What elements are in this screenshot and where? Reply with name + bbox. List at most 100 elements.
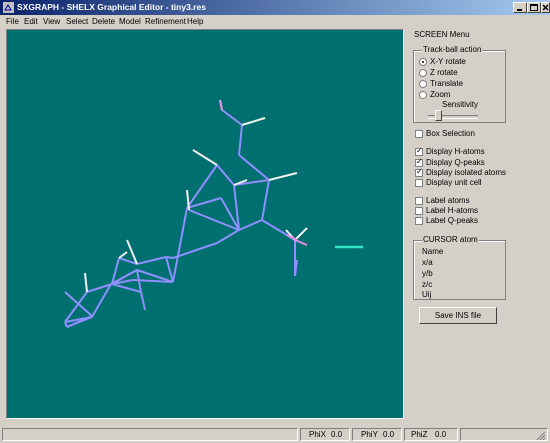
bond-line[interactable] — [216, 164, 235, 186]
checkbox-label: Label Q-peaks — [426, 216, 479, 225]
trackball-group-title: Track-ball action — [422, 45, 483, 55]
bond-line[interactable] — [238, 124, 243, 156]
cursor-atom-group: CURSOR atom Name x/a y/b z/c Uij — [413, 235, 506, 300]
phiy-label: PhiY — [361, 430, 378, 439]
radio-label: Zoom — [430, 90, 451, 99]
radio-button[interactable] — [419, 69, 427, 77]
menu-file[interactable]: File — [6, 16, 19, 27]
menu-help[interactable]: Help — [187, 16, 203, 27]
radio-button[interactable] — [419, 80, 427, 88]
checkbox[interactable]: ✓ — [415, 146, 423, 156]
menu-select[interactable]: Select — [66, 16, 88, 27]
bond-line[interactable] — [186, 164, 218, 209]
app-icon — [3, 2, 14, 13]
bond-line[interactable] — [136, 256, 167, 265]
checkbox[interactable] — [415, 197, 423, 205]
checkbox[interactable] — [415, 179, 423, 187]
bond-line[interactable] — [165, 256, 174, 283]
window-title: SXGRAPH - SHELX Graphical Editor - tiny3… — [17, 2, 206, 12]
bond-line[interactable] — [111, 283, 142, 293]
checkbox[interactable] — [415, 130, 423, 138]
bond-line[interactable] — [64, 291, 88, 323]
radio-label: X-Y rotate — [430, 57, 466, 66]
phiz-label: PhiZ — [411, 430, 428, 439]
status-bar: PhiX 0.0 PhiY 0.0 PhiZ 0.0 — [0, 427, 550, 443]
checkbox-label: Display unit cell — [426, 178, 482, 187]
status-phix: PhiX 0.0 — [300, 428, 350, 441]
checkbox[interactable]: ✓ — [415, 157, 423, 167]
bond-line[interactable] — [238, 219, 263, 231]
status-phiy: PhiY 0.0 — [352, 428, 402, 441]
cursor-field-name: Name — [422, 247, 444, 256]
hydrogen-bond-line[interactable] — [294, 227, 308, 241]
close-button[interactable] — [541, 2, 550, 13]
screen-menu-title: SCREEN Menu — [413, 30, 471, 40]
bond-line[interactable] — [221, 109, 243, 126]
radio-selected-dot — [422, 61, 424, 63]
cursor-field-uij: Uij — [422, 290, 432, 299]
minimize-icon — [517, 9, 522, 11]
checkbox[interactable]: ✓ — [415, 167, 423, 177]
menu-model[interactable]: Model — [119, 16, 141, 27]
sensitivity-slider-thumb[interactable] — [435, 110, 442, 121]
checkbox-label: Display H-atoms — [426, 147, 485, 156]
checkbox-label: Label atoms — [426, 196, 470, 205]
menu-refinement[interactable]: Refinement — [145, 16, 186, 27]
hydrogen-bond-line[interactable] — [268, 172, 298, 181]
sensitivity-label: Sensitivity — [442, 100, 479, 109]
checkbox-label: Label H-atoms — [426, 206, 479, 215]
status-phiz: PhiZ 0.0 — [404, 428, 458, 441]
bond-line[interactable] — [172, 207, 188, 283]
checkbox-label: Box Selection — [426, 129, 475, 138]
bond-line[interactable] — [261, 179, 270, 221]
menu-view[interactable]: View — [43, 16, 60, 27]
radio-label: Translate — [430, 79, 464, 88]
radio-button[interactable] — [419, 58, 427, 66]
screen-menu-panel: SCREEN Menu Track-ball action X-Y rotate… — [410, 29, 540, 329]
hydrogen-bond-line[interactable] — [84, 272, 88, 293]
check-mark-icon: ✓ — [416, 146, 423, 155]
status-extra — [460, 428, 548, 441]
oxygen-bond-line[interactable] — [219, 99, 223, 111]
checkbox-label: Display isolated atoms — [426, 168, 507, 177]
cursor-field-zc: z/c — [422, 280, 433, 289]
minimize-button[interactable] — [513, 2, 527, 13]
close-icon — [542, 4, 549, 11]
phiy-value: 0.0 — [383, 430, 395, 439]
hydrogen-bond-line[interactable] — [192, 149, 218, 166]
menu-edit[interactable]: Edit — [24, 16, 38, 27]
cursor-field-yb: y/b — [422, 269, 433, 278]
phiz-value: 0.0 — [435, 430, 447, 439]
check-mark-icon: ✓ — [416, 157, 423, 166]
resize-grip-icon — [536, 431, 546, 441]
menu-bar: File Edit View Select Delete Model Refin… — [0, 15, 550, 28]
title-bar[interactable]: SXGRAPH - SHELX Graphical Editor - tiny3… — [0, 0, 550, 15]
molecule-viewport[interactable] — [6, 29, 404, 419]
oxygen-bond-line[interactable] — [294, 239, 308, 246]
bond-line[interactable] — [140, 291, 146, 311]
menu-delete[interactable]: Delete — [92, 16, 115, 27]
radio-label: Z rotate — [430, 68, 458, 77]
molecule-structure — [64, 99, 363, 328]
bond-line[interactable] — [188, 209, 240, 231]
trackball-group: Track-ball action X-Y rotate Z rotate Tr… — [413, 45, 506, 123]
cursor-atom-title: CURSOR atom — [422, 235, 479, 245]
bond-line[interactable] — [64, 291, 93, 317]
checkbox-label: Display Q-peaks — [426, 158, 485, 167]
radio-button[interactable] — [419, 91, 427, 99]
checkbox[interactable] — [415, 207, 423, 215]
hydrogen-bond-line[interactable] — [118, 251, 128, 259]
cursor-field-xa: x/a — [422, 258, 433, 267]
maximize-button[interactable] — [527, 2, 541, 13]
phix-value: 0.0 — [331, 430, 343, 439]
status-message — [2, 428, 298, 441]
check-mark-icon: ✓ — [416, 167, 423, 176]
bond-line[interactable] — [165, 256, 174, 259]
bond-line[interactable] — [238, 154, 270, 181]
hydrogen-bond-line[interactable] — [241, 117, 266, 126]
bond-line[interactable] — [216, 229, 240, 244]
maximize-icon — [530, 4, 538, 11]
save-ins-file-button[interactable]: Save INS file — [419, 307, 497, 324]
phix-label: PhiX — [309, 430, 326, 439]
checkbox[interactable] — [415, 217, 423, 225]
